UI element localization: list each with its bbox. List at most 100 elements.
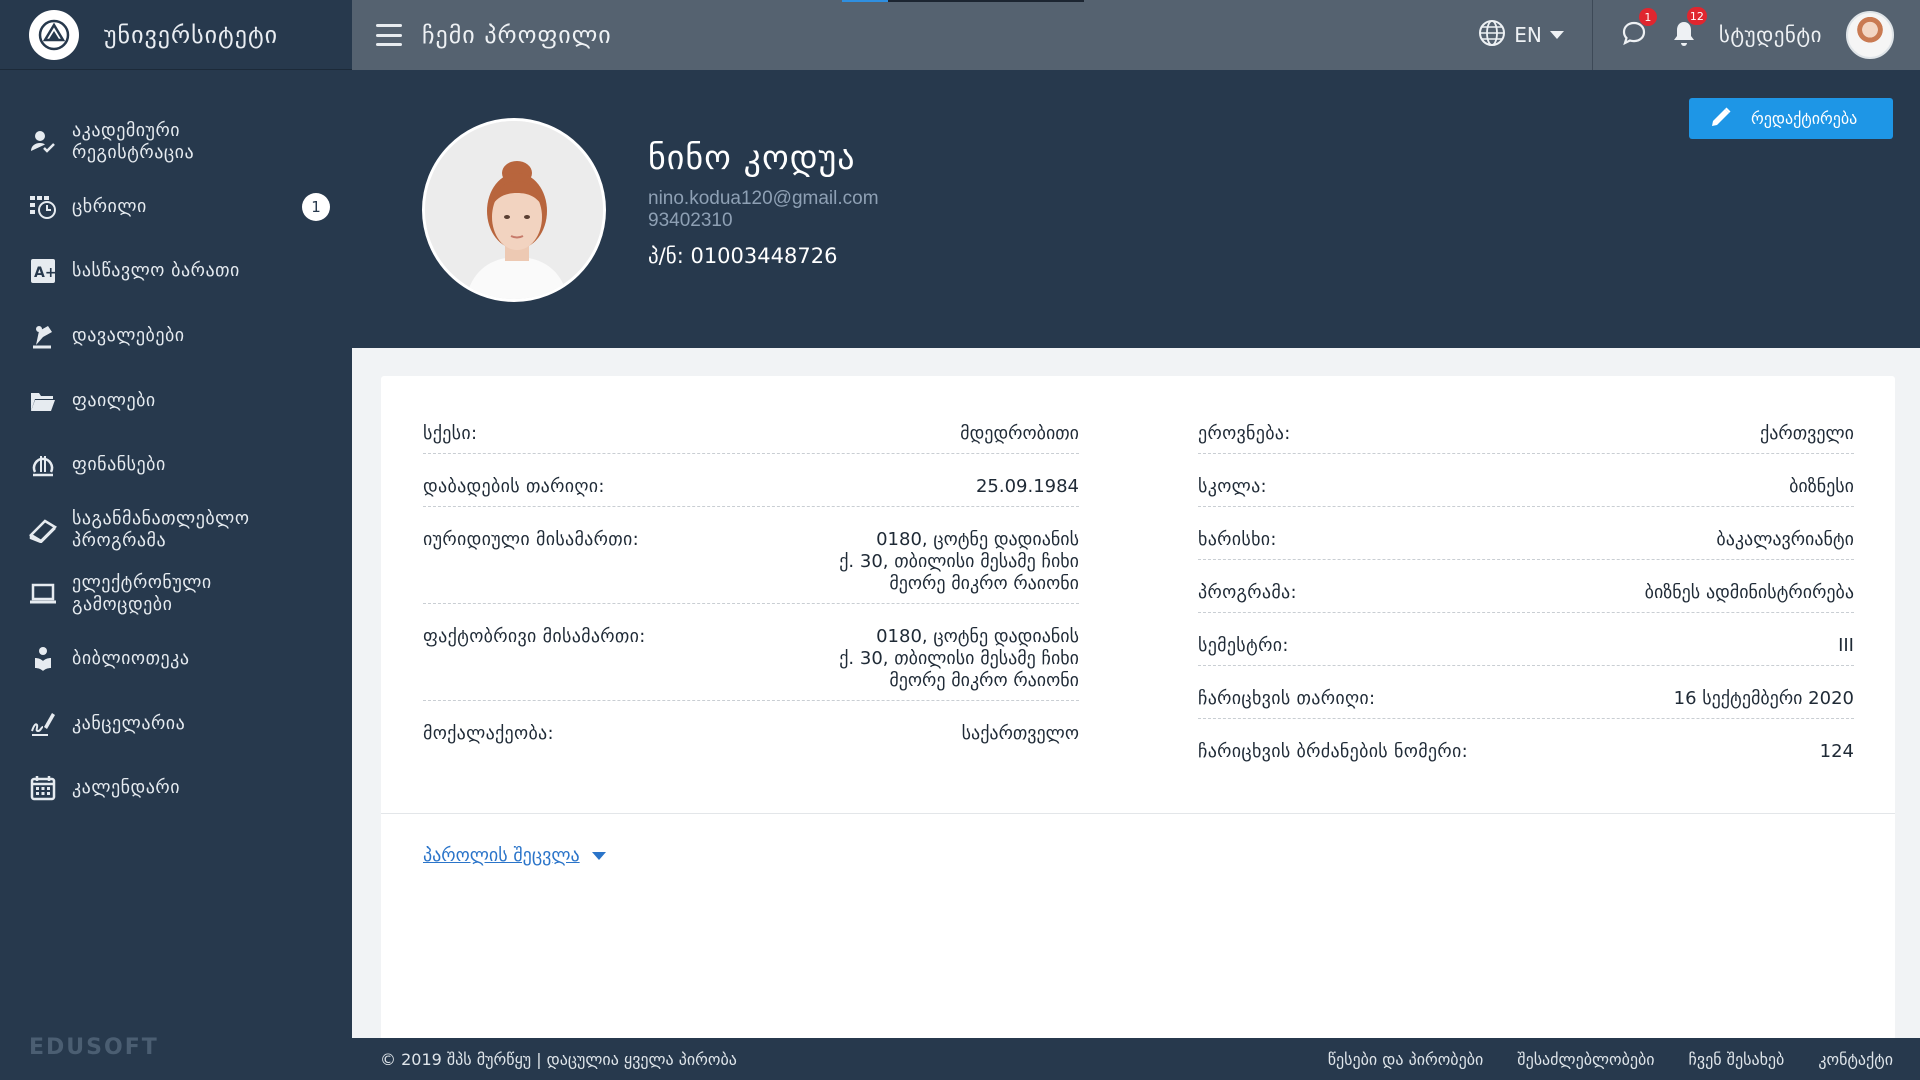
detail-row: ფაქტობრივი მისამართი: 0180, ცოტნე დადიან…: [423, 617, 1079, 701]
detail-key: სქესი:: [423, 423, 478, 444]
book-icon: [28, 515, 58, 545]
language-selector[interactable]: EN: [1478, 19, 1592, 52]
assignment-icon: [28, 321, 58, 351]
sidebar-item-educational-program[interactable]: საგანმანათლებლო პროგრამა: [0, 498, 352, 563]
detail-value: მდედრობითი: [960, 423, 1079, 444]
sidebar-item-label: ელექტრონული გამოცდები: [72, 572, 212, 616]
user-check-icon: [28, 127, 58, 157]
sidebar-item-assignments[interactable]: დავალებები: [0, 304, 352, 369]
pencil-icon: [1709, 105, 1733, 133]
sidebar-item-calendar[interactable]: კალენდარი: [0, 756, 352, 821]
schedule-count-badge: 1: [302, 192, 330, 221]
address-line: 0180, ცოტნე დადიანის: [876, 626, 1079, 647]
sidebar-item-label: სასწავლო ბარათი: [72, 260, 240, 282]
footer-links: წესები და პირობები შესაძლებლობები ჩვენ შ…: [1328, 1050, 1893, 1069]
address-line: ქ. 30, თბილისი მესამე ჩიხი: [839, 551, 1079, 572]
detail-key: სემესტრი:: [1198, 635, 1289, 656]
university-logo-icon: [29, 9, 79, 60]
user-role-label[interactable]: სტუდენტი: [1719, 23, 1822, 47]
svg-text:A+: A+: [34, 265, 56, 281]
profile-photo: [422, 118, 606, 302]
notifications-count-badge: 12: [1686, 7, 1707, 25]
copyright-text: © 2019 შპს მურწყუ | დაცულია ყველა პირობა: [380, 1049, 737, 1069]
detail-value: საქართველო: [961, 723, 1079, 744]
detail-key: დაბადების თარიღი:: [423, 476, 605, 497]
sidebar-item-files[interactable]: ფაილები: [0, 368, 352, 433]
page-title: ჩემი პროფილი: [422, 21, 612, 49]
profile-email: nino.kodua120@gmail.com: [648, 188, 879, 209]
sidebar-item-label: ბიბლიოთეკა: [72, 648, 190, 670]
brand[interactable]: უნივერსიტეტი: [0, 0, 352, 70]
globe-icon: [1478, 19, 1506, 52]
sidebar-item-label: კალენდარი: [72, 777, 181, 799]
detail-row: იურიდიული მისამართი: 0180, ცოტნე დადიანი…: [423, 520, 1079, 604]
calendar-icon: [28, 773, 58, 803]
sidebar-item-schedule[interactable]: ცხრილი 1: [0, 175, 352, 240]
sidebar-item-chancellery[interactable]: კანცელარია: [0, 691, 352, 756]
edit-profile-button[interactable]: რედაქტირება: [1689, 98, 1893, 139]
schedule-icon: [28, 192, 58, 222]
sidebar-item-label: საგანმანათლებლო პროგრამა: [72, 507, 250, 551]
detail-row: სკოლა: ბიზნესი: [1198, 467, 1854, 507]
detail-key: ხარისხი:: [1198, 529, 1277, 550]
hamburger-menu-icon[interactable]: [376, 24, 402, 46]
language-code: EN: [1514, 23, 1542, 47]
grade-card-icon: A+: [28, 256, 58, 286]
address-line: მეორე მიკრო რაიონი: [889, 670, 1079, 691]
signature-icon: [28, 709, 58, 739]
topbar: ჩემი პროფილი EN 1 12 სტუდენტი: [352, 0, 1920, 70]
footer-link-contact[interactable]: კონტაქტი: [1818, 1050, 1893, 1069]
chevron-down-icon: [1549, 31, 1564, 39]
profile-phone: 93402310: [648, 210, 733, 231]
profile-details-card: სქესი: მდედრობითი დაბადების თარიღი: 25.0…: [381, 376, 1895, 1040]
footer-link-about[interactable]: ჩვენ შესახებ: [1689, 1050, 1785, 1069]
topbar-divider: [1591, 0, 1593, 70]
brand-name: უნივერსიტეტი: [104, 20, 279, 49]
detail-row: მოქალაქეობა: საქართველო: [423, 714, 1079, 753]
detail-value: 124: [1819, 741, 1854, 762]
caret-down-icon: [591, 851, 606, 860]
profile-personal-id: პ/ნ: 01003448726: [648, 244, 838, 268]
finance-icon: [28, 450, 58, 480]
detail-value: ქართველი: [1760, 423, 1854, 444]
footer-link-features[interactable]: შესაძლებლობები: [1517, 1050, 1654, 1069]
change-password-link[interactable]: პაროლის შეცვლა: [423, 845, 606, 866]
sidebar-item-label: ფინანსები: [72, 454, 166, 476]
detail-key: სკოლა:: [1198, 476, 1267, 497]
sidebar-item-electronic-exams[interactable]: ელექტრონული გამოცდები: [0, 562, 352, 627]
detail-row: ხარისხი: ბაკალავრიანტი: [1198, 520, 1854, 560]
avatar[interactable]: [1846, 11, 1894, 59]
footer-link-terms[interactable]: წესები და პირობები: [1328, 1050, 1484, 1069]
sidebar-item-label: ცხრილი: [72, 195, 147, 217]
detail-value: ბაკალავრიანტი: [1716, 529, 1854, 550]
sidebar-item-library[interactable]: ბიბლიოთეკა: [0, 627, 352, 692]
messages-count-badge: 1: [1638, 8, 1657, 26]
footer: © 2019 შპს მურწყუ | დაცულია ყველა პირობა…: [352, 1038, 1920, 1080]
sidebar-item-label: ფაილები: [72, 389, 156, 411]
detail-value: 0180, ცოტნე დადიანის ქ. 30, თბილისი მესა…: [839, 626, 1079, 692]
profile-name: ნინო კოდუა: [648, 138, 856, 178]
change-password-label: პაროლის შეცვლა: [423, 845, 580, 866]
sidebar-item-finances[interactable]: ფინანსები: [0, 433, 352, 498]
sidebar-item-grade-card[interactable]: A+ სასწავლო ბარათი: [0, 239, 352, 304]
detail-row: ჩარიცხვის ბრძანების ნომერი: 124: [1198, 732, 1854, 771]
detail-key: ეროვნება:: [1198, 423, 1291, 444]
detail-value: ბიზნეს ადმინისტრირება: [1644, 582, 1854, 603]
reader-icon: [28, 644, 58, 674]
sidebar-item-label: კანცელარია: [72, 712, 186, 734]
messages-button[interactable]: 1: [1621, 8, 1657, 50]
address-line: მეორე მიკრო რაიონი: [889, 573, 1079, 594]
notifications-button[interactable]: 12: [1671, 7, 1707, 51]
edit-button-label: რედაქტირება: [1751, 109, 1858, 128]
detail-value: 0180, ცოტნე დადიანის ქ. 30, თბილისი მესა…: [839, 529, 1079, 595]
detail-value: III: [1838, 635, 1854, 656]
detail-value: 16 სექტემბერი 2020: [1673, 688, 1854, 709]
topbar-accent: [842, 0, 888, 2]
topbar-actions: EN 1 12 სტუდენტი: [1478, 0, 1920, 70]
detail-row: ჩარიცხვის თარიღი: 16 სექტემბერი 2020: [1198, 679, 1854, 719]
detail-value: ბიზნესი: [1789, 476, 1854, 497]
sidebar-nav: აკადემიური რეგისტრაცია ცხრილი 1 A+ სასწა…: [0, 70, 352, 821]
sidebar-item-academic-registration[interactable]: აკადემიური რეგისტრაცია: [0, 110, 352, 175]
folder-icon: [28, 386, 58, 416]
detail-row: სქესი: მდედრობითი: [423, 414, 1079, 454]
